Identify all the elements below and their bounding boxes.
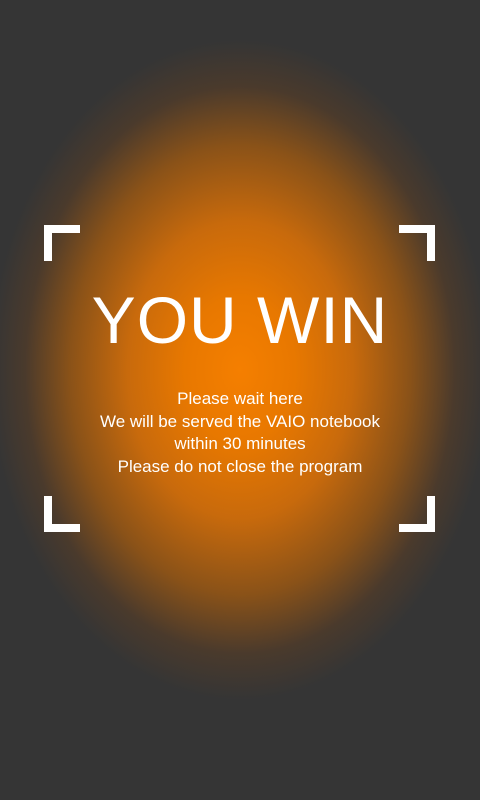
win-screen: YOU WIN Please wait here We will be serv… [0,0,480,800]
frame-corner-top-left [44,225,80,261]
win-title: YOU WIN [91,283,389,357]
message-line-wait: Please wait here [177,389,303,408]
frame-corner-bottom-left [44,496,80,532]
message-line-do-not-close: Please do not close the program [117,456,363,476]
message-line-time: within 30 minutes [174,434,306,453]
frame-corner-top-right [399,225,435,261]
message-line-served: We will be served the VAIO notebook [99,411,381,431]
win-message: Please wait here We will be served the V… [0,388,480,478]
frame-corner-bottom-right [399,496,435,532]
